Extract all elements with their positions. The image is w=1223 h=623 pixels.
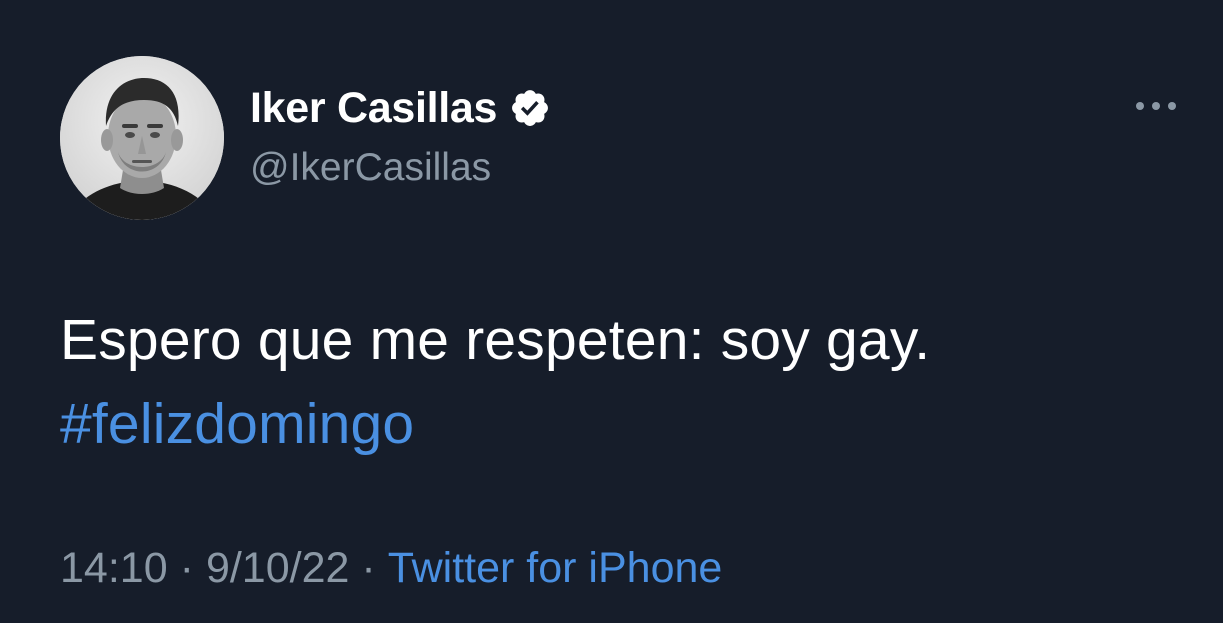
meta-separator: ·	[361, 543, 376, 592]
verified-badge-icon	[509, 87, 551, 129]
tweet-text: Espero que me respeten: soy gay.	[60, 308, 931, 372]
author-handle[interactable]: @IkerCasillas	[250, 142, 491, 194]
meta-separator: ·	[179, 543, 194, 592]
more-options-icon[interactable]	[1128, 90, 1184, 122]
tweet-metadata: 14:10 · 9/10/22 · Twitter for iPhone	[60, 538, 722, 598]
tweet-card: Iker Casillas @IkerCasillas Espero que m…	[0, 0, 1223, 623]
tweet-time[interactable]: 14:10	[60, 544, 168, 593]
author-name-row: Iker Casillas	[250, 82, 551, 134]
avatar-photo	[60, 56, 224, 220]
hashtag-link[interactable]: #felizdomingo	[60, 382, 414, 466]
author-display-name[interactable]: Iker Casillas	[250, 82, 497, 134]
tweet-date[interactable]: 9/10/22	[206, 544, 349, 593]
tweet-body: Espero que me respeten: soy gay. #felizd…	[60, 298, 1180, 466]
author-avatar[interactable]	[60, 56, 224, 220]
tweet-source-link[interactable]: Twitter for iPhone	[388, 544, 723, 593]
